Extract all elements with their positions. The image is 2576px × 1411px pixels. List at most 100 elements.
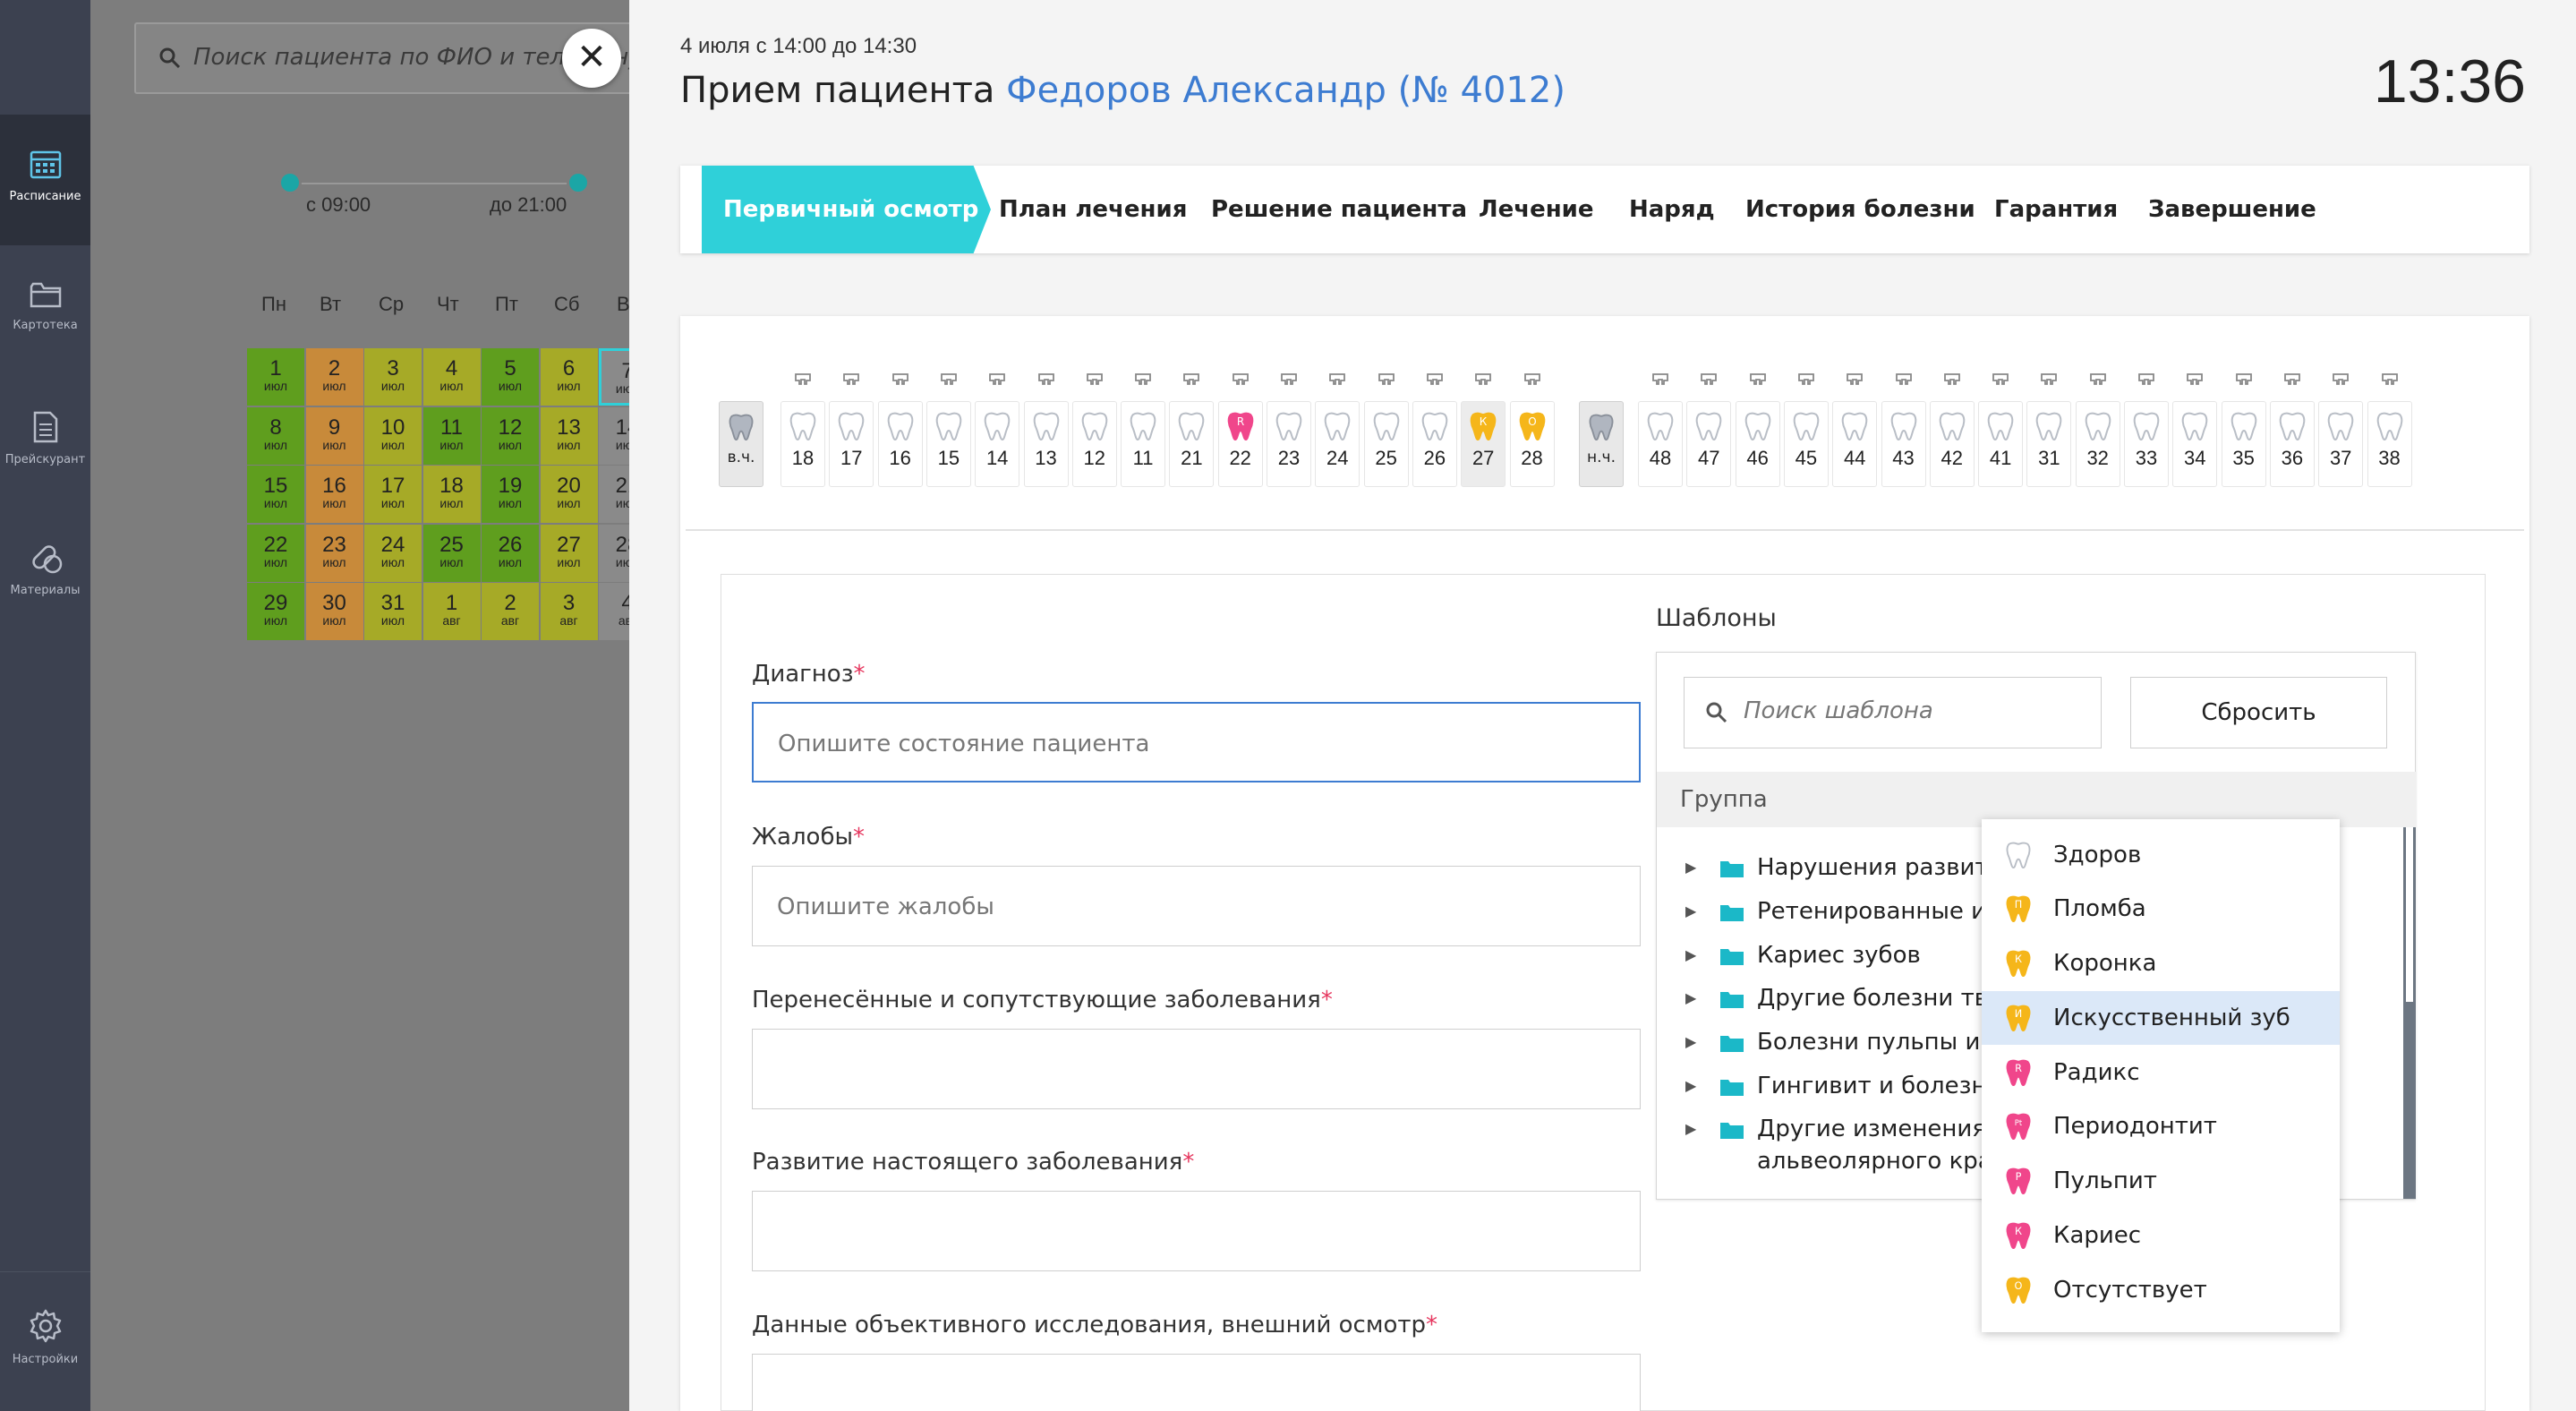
calendar-day[interactable]: 23 июл (305, 524, 363, 582)
tab-completion[interactable]: Завершение (2148, 166, 2316, 253)
calendar-day[interactable]: 7июл (599, 348, 629, 406)
tab-medical-history[interactable]: История болезни (1745, 166, 1975, 253)
calendar-day[interactable]: 24 июл (364, 524, 422, 582)
calendar-day[interactable]: 11 июл (422, 406, 481, 465)
calendar-day[interactable]: 4 июл (422, 348, 481, 406)
expand-arrow-icon[interactable]: ▶ (1685, 895, 1696, 928)
tooth-46[interactable]: 46 (1735, 401, 1780, 487)
tooth-top-icon[interactable] (1638, 372, 1683, 389)
tab-warranty[interactable]: Гарантия (1994, 166, 2118, 253)
tooth-27[interactable]: К 27 (1461, 401, 1506, 487)
tooth-34[interactable]: 34 (2172, 401, 2218, 487)
tooth-top-icon[interactable] (1315, 372, 1360, 389)
sidebar-item-schedule[interactable]: Расписание (0, 115, 90, 245)
template-scrollbar[interactable] (2403, 827, 2416, 1199)
tab-patient-decision[interactable]: Решение пациента (1211, 166, 1467, 253)
tab-treatment[interactable]: Лечение (1479, 166, 1594, 253)
complaints-field[interactable]: Опишите жалобы (752, 866, 1641, 946)
sidebar-item-settings[interactable]: Настройки (0, 1271, 90, 1411)
calendar-day[interactable]: 21июл (599, 466, 629, 523)
expand-arrow-icon[interactable]: ▶ (1685, 1070, 1696, 1102)
tooth-top-icon[interactable] (2076, 372, 2120, 389)
diagnosis-field[interactable]: Опишите состояние пациента (752, 702, 1641, 782)
reset-button[interactable]: Сбросить (2130, 677, 2387, 748)
tooth-top-icon[interactable] (2318, 372, 2363, 389)
calendar-day[interactable]: 9 июл (305, 406, 363, 465)
expand-arrow-icon[interactable]: ▶ (1685, 939, 1696, 971)
tooth-status-option[interactable]: Pt Периодонтит (1982, 1099, 2340, 1153)
development-field[interactable] (752, 1191, 1641, 1271)
tooth-top-icon[interactable] (1832, 372, 1877, 389)
tooth-top-icon[interactable] (1736, 372, 1780, 389)
tooth-status-option[interactable]: К Коронка (1982, 936, 2340, 990)
upper-jaw-button[interactable]: в.ч. (719, 401, 763, 487)
time-slider-handle-start[interactable] (278, 171, 302, 194)
tooth-top-icon[interactable] (1024, 372, 1069, 389)
tooth-top-icon[interactable] (1978, 372, 2023, 389)
calendar-day[interactable]: 1 июл (247, 348, 304, 406)
tooth-23[interactable]: 23 (1267, 401, 1311, 487)
calendar-day[interactable]: 3 авг (540, 583, 598, 640)
calendar-day[interactable]: 22 июл (247, 524, 304, 582)
tooth-status-option[interactable]: Здоров (1982, 828, 2340, 882)
tab-treatment-plan[interactable]: План лечения (999, 166, 1187, 253)
tooth-top-icon[interactable] (1784, 372, 1829, 389)
tooth-top-icon[interactable] (1267, 372, 1311, 389)
tooth-top-icon[interactable] (1169, 372, 1214, 389)
tooth-48[interactable]: 48 (1638, 401, 1683, 487)
tooth-top-icon[interactable] (1686, 372, 1731, 389)
tooth-status-option[interactable]: К Кариес (1982, 1209, 2340, 1262)
tooth-35[interactable]: 35 (2221, 401, 2266, 487)
sidebar-item-records[interactable]: Картотека (0, 245, 90, 376)
tooth-top-icon[interactable] (926, 372, 971, 389)
tooth-top-icon[interactable] (2026, 372, 2071, 389)
tooth-12[interactable]: 12 (1071, 401, 1117, 487)
sidebar-item-pricelist[interactable]: Прейскурант (0, 376, 90, 507)
tooth-21[interactable]: 21 (1169, 401, 1215, 487)
tooth-13[interactable]: 13 (1023, 401, 1069, 487)
calendar-day[interactable]: 25 июл (422, 524, 481, 582)
calendar-day[interactable]: 5 июл (482, 348, 539, 406)
tooth-16[interactable]: 16 (877, 401, 923, 487)
calendar-day[interactable]: 29 июл (247, 583, 304, 640)
tooth-status-option[interactable]: П Пломба (1982, 882, 2340, 936)
tooth-43[interactable]: 43 (1881, 401, 1926, 487)
expand-arrow-icon[interactable]: ▶ (1685, 1026, 1696, 1058)
lower-jaw-button[interactable]: н.ч. (1579, 401, 1624, 487)
tooth-top-icon[interactable] (1072, 372, 1117, 389)
tooth-top-icon[interactable] (2367, 372, 2412, 389)
patient-search-input[interactable]: Поиск пациента по ФИО и телефону (134, 22, 629, 94)
tooth-32[interactable]: 32 (2075, 401, 2120, 487)
tooth-status-option[interactable]: P Пульпит (1982, 1154, 2340, 1208)
calendar-day[interactable]: 20 июл (540, 466, 598, 523)
time-slider-track[interactable] (291, 183, 579, 184)
tooth-31[interactable]: 31 (2026, 401, 2072, 487)
tooth-17[interactable]: 17 (829, 401, 874, 487)
tooth-top-icon[interactable] (1121, 372, 1165, 389)
tooth-47[interactable]: 47 (1686, 401, 1732, 487)
tooth-top-icon[interactable] (878, 372, 923, 389)
tooth-41[interactable]: 41 (1978, 401, 2024, 487)
calendar-day[interactable]: 16 июл (305, 466, 363, 523)
tooth-22[interactable]: R 22 (1217, 401, 1263, 487)
tooth-15[interactable]: 15 (925, 401, 971, 487)
close-button[interactable]: ✕ (562, 29, 621, 88)
calendar-day[interactable]: 2 июл (305, 348, 363, 406)
tooth-24[interactable]: 24 (1315, 401, 1361, 487)
tooth-37[interactable]: 37 (2318, 401, 2364, 487)
tooth-14[interactable]: 14 (975, 401, 1020, 487)
objective-field[interactable] (752, 1354, 1641, 1411)
tooth-36[interactable]: 36 (2269, 401, 2315, 487)
diseases-field[interactable] (752, 1029, 1641, 1109)
tooth-top-icon[interactable] (1364, 372, 1409, 389)
calendar-day[interactable]: 4авг (599, 583, 629, 640)
tooth-26[interactable]: 26 (1412, 401, 1457, 487)
tooth-status-option[interactable]: О Отсутствует (1982, 1263, 2340, 1317)
calendar-day[interactable]: 26 июл (482, 524, 539, 582)
tooth-top-icon[interactable] (1218, 372, 1263, 389)
calendar-day[interactable]: 8 июл (247, 406, 304, 465)
calendar-day[interactable]: 30 июл (305, 583, 363, 640)
calendar-day[interactable]: 31 июл (364, 583, 422, 640)
calendar-day[interactable]: 27 июл (540, 524, 598, 582)
calendar-day[interactable]: 12 июл (482, 406, 539, 465)
